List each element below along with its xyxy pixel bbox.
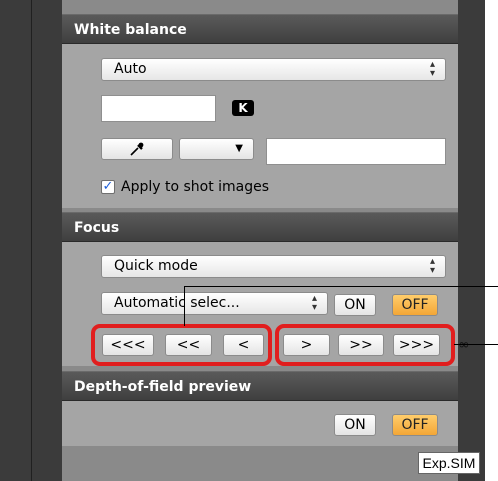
- annotation-leader-line: [184, 286, 185, 326]
- infinity-icon: ∞: [458, 337, 470, 353]
- apply-to-shot-images-row[interactable]: ✓ Apply to shot images: [101, 178, 361, 196]
- af-point-select[interactable]: Automatic selec... ▴ ▾: [101, 292, 328, 315]
- eyedropper-icon: [130, 142, 144, 156]
- focus-mode-value: Quick mode: [114, 258, 198, 274]
- focus-mode-select[interactable]: Quick mode ▴ ▾: [101, 255, 446, 278]
- white-balance-select-value: Auto: [114, 61, 147, 77]
- white-balance-small-select[interactable]: ▼: [179, 138, 254, 160]
- chevron-down-icon: ▼: [235, 143, 243, 154]
- focus-on-button[interactable]: ON: [334, 294, 376, 316]
- select-arrows-icon: ▴ ▾: [311, 293, 317, 313]
- custom-white-balance-field[interactable]: [266, 138, 446, 165]
- exp-sim-indicator: Exp.SIM: [418, 452, 480, 474]
- af-point-value: Automatic selec...: [114, 295, 240, 311]
- focus-header: Focus: [62, 212, 458, 242]
- far-buttons-highlight: [275, 324, 455, 366]
- white-balance-select[interactable]: Auto ▴ ▾: [101, 58, 446, 81]
- dof-on-button[interactable]: ON: [334, 414, 376, 436]
- select-arrows-icon: ▴ ▾: [429, 256, 435, 276]
- annotation-leader-line: [184, 286, 498, 287]
- dof-off-button[interactable]: OFF: [392, 414, 438, 436]
- near-buttons-highlight: [91, 324, 272, 366]
- kelvin-field[interactable]: [101, 95, 216, 122]
- annotation-leader-line: [454, 344, 498, 345]
- select-arrows-icon: ▴ ▾: [429, 59, 435, 79]
- depth-of-field-header: Depth-of-field preview: [62, 371, 458, 401]
- apply-checkbox[interactable]: ✓: [101, 180, 115, 194]
- white-balance-header: White balance: [62, 14, 458, 44]
- eyedropper-button[interactable]: [101, 138, 173, 160]
- apply-label: Apply to shot images: [121, 179, 270, 195]
- focus-off-button[interactable]: OFF: [392, 294, 438, 316]
- window-frame-divider: [31, 0, 32, 481]
- kelvin-badge: K: [232, 100, 254, 116]
